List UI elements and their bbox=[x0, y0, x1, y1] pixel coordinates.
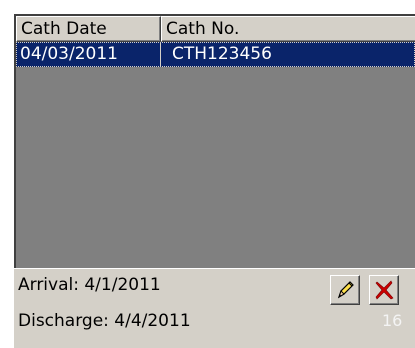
column-header-cath-date[interactable]: Cath Date bbox=[16, 16, 161, 42]
table-row[interactable]: 04/03/2011 CTH123456 bbox=[16, 42, 415, 67]
edit-button[interactable] bbox=[330, 275, 360, 305]
column-header-cath-no[interactable]: Cath No. bbox=[161, 16, 415, 42]
discharge-label: Discharge: 4/4/2011 bbox=[18, 311, 191, 331]
pencil-icon bbox=[337, 281, 354, 299]
cath-list-window: Cath Date Cath No. 04/03/2011 CTH123456 … bbox=[0, 0, 415, 348]
record-count-badge: 16 bbox=[382, 311, 403, 330]
cath-no-cell: CTH123456 bbox=[172, 44, 272, 64]
red-x-icon bbox=[375, 280, 394, 300]
cath-date-cell: 04/03/2011 bbox=[16, 42, 161, 67]
list-header: Cath Date Cath No. bbox=[16, 16, 415, 42]
details-panel: Arrival: 4/1/2011 Discharge: 4/4/2011 16 bbox=[14, 268, 415, 348]
delete-button[interactable] bbox=[369, 275, 399, 305]
arrival-label: Arrival: 4/1/2011 bbox=[18, 275, 161, 295]
cath-list-view[interactable]: Cath Date Cath No. 04/03/2011 CTH123456 bbox=[14, 14, 415, 268]
